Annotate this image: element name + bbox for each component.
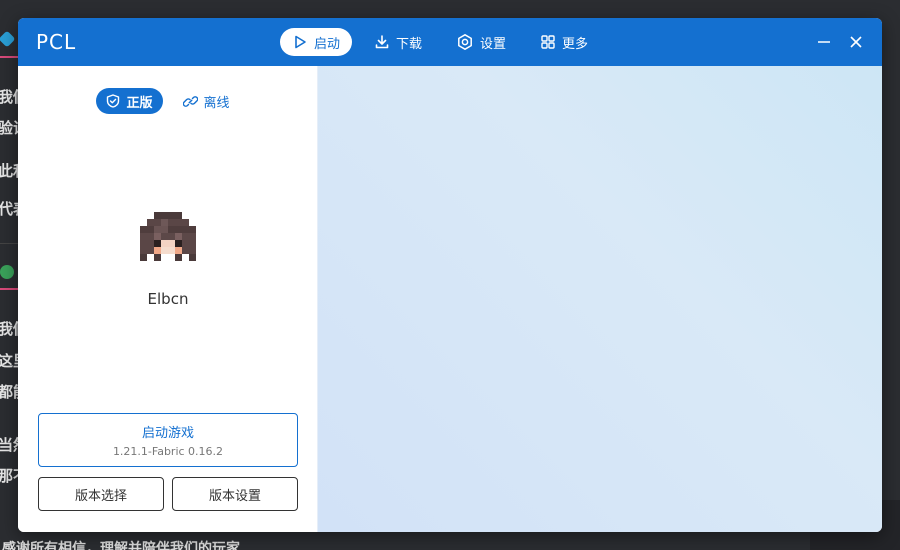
- launch-game-label: 启动游戏: [141, 426, 194, 441]
- nav-download[interactable]: 下载: [362, 28, 434, 56]
- separator: [0, 56, 18, 58]
- close-button[interactable]: [846, 32, 866, 52]
- launch-version-label: 1.21.1-Fabric 0.16.2: [112, 445, 224, 458]
- launch-game-button[interactable]: 启动游戏 1.21.1-Fabric 0.16.2: [38, 413, 298, 467]
- nav-more-label: 更多: [562, 36, 589, 52]
- nav-launch-label: 启动: [314, 36, 341, 52]
- separator: [0, 243, 18, 244]
- minimize-icon: [818, 41, 830, 43]
- nav-download-label: 下载: [396, 36, 423, 52]
- mode-offline-label: 离线: [203, 95, 230, 111]
- username: Elbcn: [147, 290, 189, 308]
- app-logo: PCL: [36, 30, 77, 54]
- nav-settings-label: 设置: [480, 36, 507, 52]
- play-icon: [295, 35, 306, 49]
- minimize-button[interactable]: [814, 32, 834, 52]
- close-icon: [850, 36, 862, 48]
- mode-online[interactable]: 正版: [96, 88, 163, 114]
- main-nav: 启动 下载 设置 更多: [280, 28, 610, 56]
- nav-more[interactable]: 更多: [528, 28, 600, 56]
- globe-icon: [0, 265, 14, 279]
- nav-settings[interactable]: 设置: [444, 28, 518, 56]
- player-avatar[interactable]: [140, 212, 196, 268]
- version-settings-button[interactable]: 版本设置: [172, 477, 298, 511]
- content-area: [318, 66, 882, 532]
- shield-check-icon: [107, 94, 120, 108]
- launch-panel: 正版 离线 Elbcn 启动游戏 1.21.1-Fabric 0.16.2 版本…: [18, 66, 318, 532]
- link-icon: [182, 95, 198, 107]
- title-bar[interactable]: PCL 启动 下载 设置 更多: [18, 18, 882, 66]
- pcl-window: PCL 启动 下载 设置 更多 正版 离线 Elbcn 启动游戏 1.21.1-…: [18, 18, 882, 532]
- nav-launch[interactable]: 启动: [280, 28, 353, 56]
- download-icon: [375, 35, 389, 49]
- bg-bottom-line: 感谢所有相信，理解并陪伴我们的玩家: [0, 536, 810, 550]
- diamond-icon: [0, 30, 16, 48]
- grid-icon: [541, 35, 555, 49]
- version-select-button[interactable]: 版本选择: [38, 477, 164, 511]
- settings-icon: [458, 34, 472, 50]
- mode-offline[interactable]: 离线: [173, 88, 240, 114]
- separator: [0, 288, 18, 290]
- login-mode-switch: 正版 离线: [18, 88, 318, 114]
- bg-bottom-text: 感谢所有相信，理解并陪伴我们的玩家: [2, 541, 240, 550]
- mode-online-label: 正版: [126, 95, 153, 111]
